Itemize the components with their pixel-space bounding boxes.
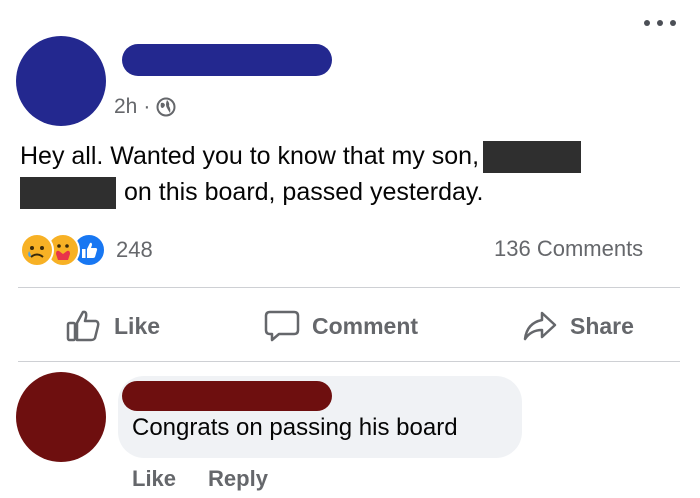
divider — [18, 287, 680, 288]
reaction-count: 248 — [116, 237, 153, 262]
poster-avatar[interactable] — [16, 36, 106, 126]
comment-reply-button[interactable]: Reply — [208, 466, 268, 492]
comment-actions: Like Reply — [132, 466, 268, 492]
comments-count[interactable]: 136 Comments — [494, 236, 643, 262]
dot-icon — [670, 20, 676, 26]
more-options-button[interactable] — [640, 12, 680, 36]
share-label: Share — [570, 312, 634, 339]
poster-name-redacted — [122, 44, 332, 76]
commenter-avatar[interactable] — [16, 372, 106, 462]
meta-separator: · — [143, 95, 151, 118]
sad-reaction-icon — [20, 233, 54, 267]
like-label: Like — [114, 312, 161, 339]
globe-icon — [156, 97, 176, 117]
divider — [18, 361, 680, 362]
redacted-name — [483, 141, 582, 174]
post-meta: 2h · — [114, 94, 176, 120]
post-text-line1: Hey all. Wanted you to know that my son, — [20, 142, 480, 170]
post-text: Hey all. Wanted you to know that my son,… — [20, 138, 680, 210]
comment-icon — [264, 310, 300, 342]
redacted-board — [20, 177, 116, 210]
comment-button[interactable]: Comment — [264, 304, 418, 348]
like-button[interactable]: Like — [66, 304, 160, 348]
thumbs-up-icon — [66, 310, 100, 342]
dot-icon — [644, 20, 650, 26]
post-timestamp[interactable]: 2h — [114, 95, 137, 119]
comment-like-button[interactable]: Like — [132, 466, 176, 492]
share-icon — [523, 311, 557, 341]
comment-text: Congrats on passing his board — [132, 414, 458, 441]
dot-icon — [657, 20, 663, 26]
comment-label: Comment — [312, 312, 419, 339]
share-button[interactable]: Share — [522, 304, 634, 348]
reactions-summary[interactable]: 248 — [20, 232, 153, 268]
post-text-line2: on this board, passed yesterday. — [124, 178, 484, 206]
commenter-name-redacted — [122, 381, 332, 411]
